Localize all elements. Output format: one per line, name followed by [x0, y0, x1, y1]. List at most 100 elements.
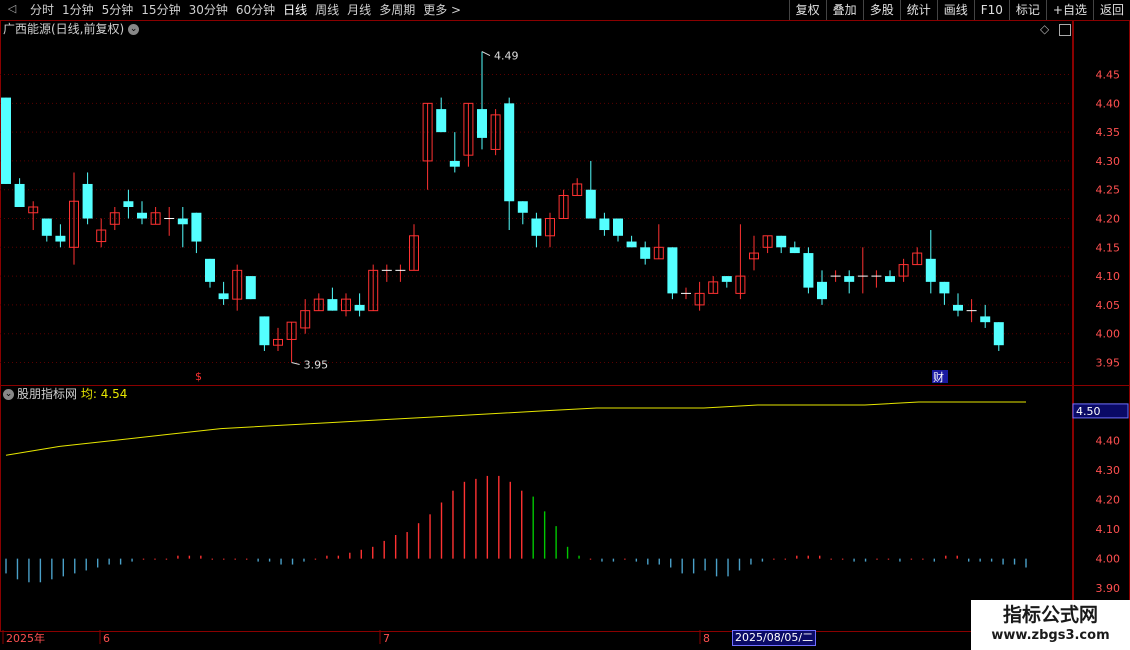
candle [82, 172, 93, 225]
tool-button-0[interactable]: 复权 [788, 0, 826, 20]
y-tick-label: 4.25 [1096, 184, 1121, 197]
candle [844, 270, 855, 294]
candle-body [613, 218, 623, 236]
tool-button-1[interactable]: 叠加 [825, 0, 863, 20]
candle-body [504, 103, 515, 202]
candle [422, 102, 433, 190]
candle-body [82, 183, 93, 219]
period-tab-1[interactable]: 1分钟 [58, 0, 98, 20]
x-axis: 2025年 6 7 8 [2, 630, 710, 645]
candle-body [776, 235, 787, 248]
period-tab-0[interactable]: 分时 [26, 0, 58, 20]
candle [708, 276, 719, 294]
candle [463, 102, 474, 167]
candle-body [640, 247, 651, 259]
candle [585, 160, 596, 219]
candle [477, 51, 487, 150]
candle [368, 264, 379, 312]
candle [558, 189, 569, 220]
candle-body [980, 316, 991, 323]
y-tick-label: 4.10 [1096, 270, 1121, 283]
tool-button-8[interactable]: 返回 [1092, 0, 1130, 20]
y-tick-label: 4.15 [1096, 241, 1121, 254]
candle-body [327, 299, 338, 311]
tool-buttons: 复权 叠加 多股 统计 画线 F10 标记 +自选 返回 [788, 0, 1130, 20]
candle [939, 281, 950, 305]
candle [14, 178, 25, 207]
period-tab-8[interactable]: 月线 [343, 0, 375, 20]
x-tick-label: 2025年 [6, 631, 45, 645]
candle-body [41, 218, 52, 236]
candle-body [885, 276, 895, 282]
period-tab-3[interactable]: 15分钟 [137, 0, 184, 20]
candle [721, 276, 732, 288]
candle [667, 247, 678, 300]
candlestick-chart[interactable]: 4.45 4.40 4.35 4.30 4.25 4.20 4.15 4.10 4.05 4.00… [0, 20, 1130, 385]
candle-body [925, 258, 936, 282]
ind-y-tick-label: 4.30 [1096, 464, 1121, 477]
candle [966, 299, 977, 323]
candle [150, 207, 161, 225]
candle [1, 97, 11, 184]
watermark-title: 指标公式网 [1002, 604, 1098, 626]
candle-body [259, 316, 270, 346]
candle-body [721, 276, 732, 282]
dividend-marker: $ [195, 370, 202, 383]
candle [572, 178, 583, 196]
y-tick-label: 4.20 [1096, 213, 1121, 226]
period-tab-6[interactable]: 日线 [279, 0, 311, 20]
candle [640, 241, 651, 265]
candle [218, 281, 229, 305]
candle [69, 172, 79, 265]
candle [953, 293, 963, 317]
back-arrow-icon[interactable]: ◁ [5, 2, 19, 16]
period-tab-5[interactable]: 60分钟 [232, 0, 279, 20]
low-marker-line [291, 361, 300, 365]
candle-body [993, 322, 1004, 346]
candle [694, 281, 705, 311]
tool-button-4[interactable]: 画线 [936, 0, 974, 20]
watermark: 指标公式网 www.zbgs3.com [971, 600, 1130, 650]
candle-body [939, 281, 950, 294]
candle [109, 207, 120, 231]
candle [681, 287, 691, 300]
x-tick-label: 8 [703, 632, 710, 645]
candle [177, 207, 188, 248]
candle-body [817, 281, 827, 300]
candle [137, 201, 147, 225]
candle-body [245, 276, 256, 300]
candle [613, 218, 623, 242]
candle-body [517, 201, 528, 213]
ind-y-tick-label: 4.10 [1096, 523, 1121, 536]
low-marker-label: 3.95 [304, 358, 329, 371]
tool-button-5[interactable]: F10 [973, 0, 1009, 20]
candle [28, 201, 39, 231]
candle-body [218, 293, 229, 300]
candle-body [123, 201, 134, 207]
period-tab-2[interactable]: 5分钟 [98, 0, 138, 20]
candle-body [191, 212, 202, 242]
candle [762, 235, 773, 254]
tool-button-3[interactable]: 统计 [899, 0, 937, 20]
candle [817, 270, 827, 305]
period-tab-9[interactable]: 多周期 [375, 0, 419, 20]
candle-body [599, 218, 610, 231]
candle [885, 270, 895, 282]
candle [164, 207, 175, 236]
candle [749, 235, 759, 271]
candle [912, 247, 923, 266]
tool-button-7[interactable]: +自选 [1045, 0, 1093, 20]
y-tick-label: 4.30 [1096, 155, 1121, 168]
candle [381, 264, 392, 282]
period-tab-4[interactable]: 30分钟 [185, 0, 232, 20]
period-tab-7[interactable]: 周线 [311, 0, 343, 20]
candle [545, 212, 555, 248]
candle [341, 293, 351, 317]
indicator-chart[interactable]: 4.504.404.304.204.104.003.904.50 [0, 385, 1130, 631]
y-tick-label: 4.40 [1096, 97, 1121, 110]
candle-body [531, 218, 542, 236]
tool-button-2[interactable]: 多股 [862, 0, 900, 20]
period-tab-10[interactable]: 更多 > [419, 0, 465, 20]
tool-button-6[interactable]: 标记 [1008, 0, 1046, 20]
candle [735, 224, 746, 300]
